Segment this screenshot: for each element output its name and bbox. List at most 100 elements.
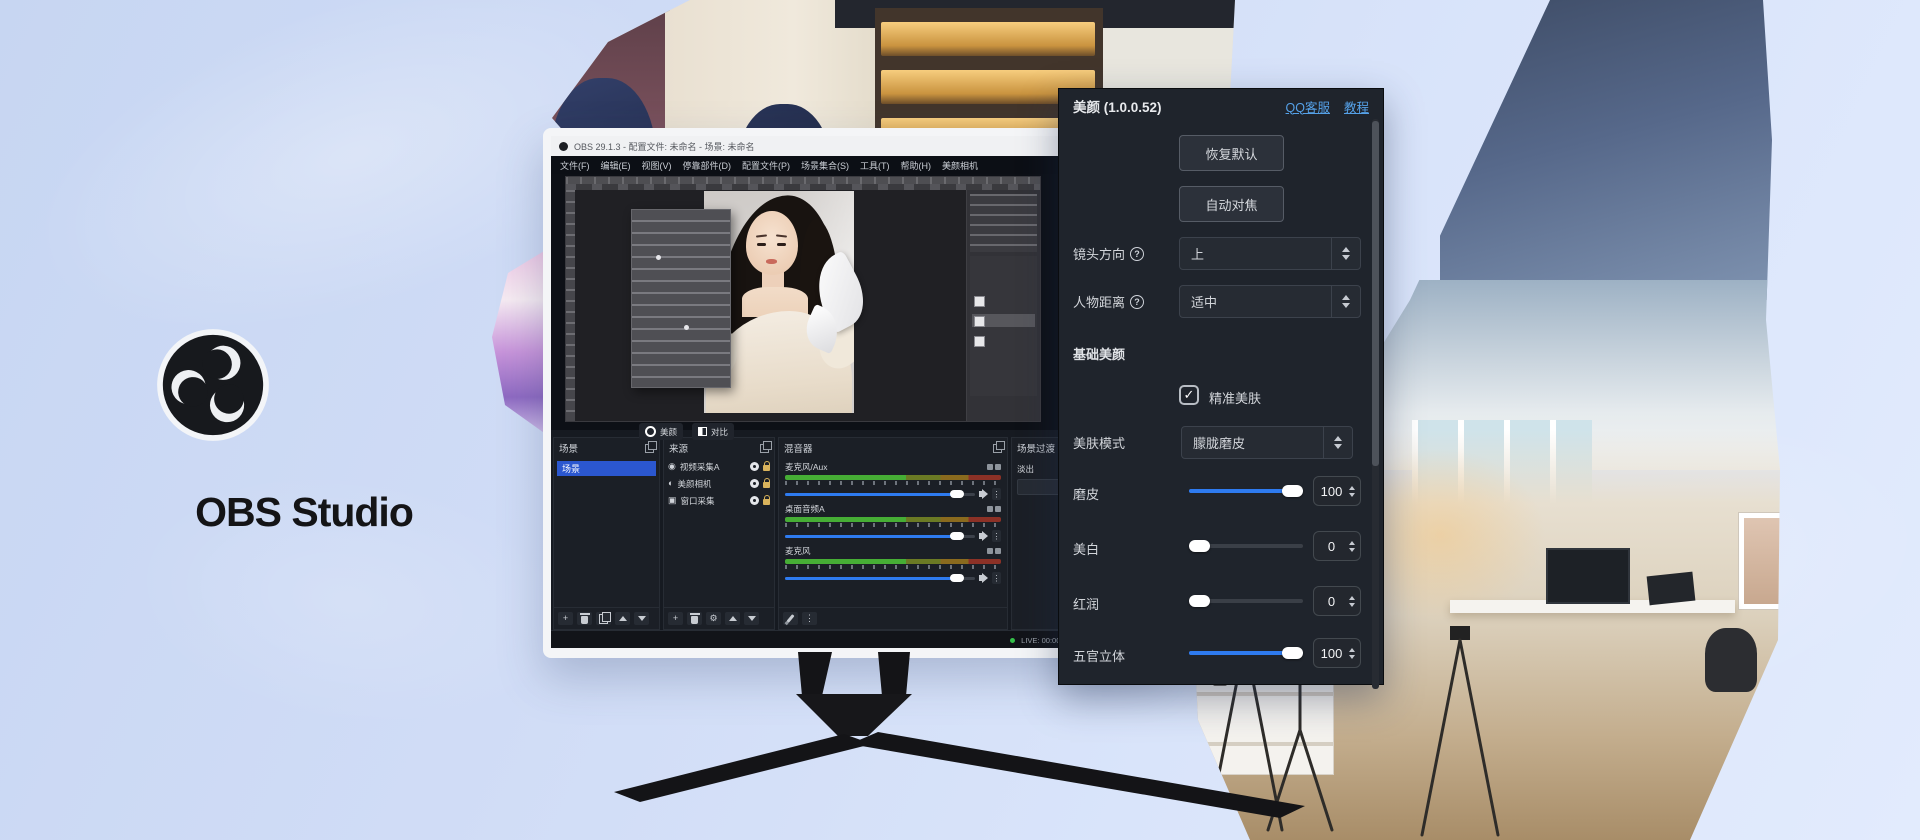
help-icon[interactable]: ? bbox=[1130, 247, 1144, 261]
slider-knob[interactable] bbox=[1189, 595, 1210, 607]
volume-slider[interactable] bbox=[785, 493, 975, 496]
slider-knob[interactable] bbox=[1282, 485, 1303, 497]
smoothing-value-box[interactable]: 100 bbox=[1313, 476, 1361, 506]
sources-toolbar: + ⚙ bbox=[664, 607, 774, 629]
speaker-icon[interactable] bbox=[979, 533, 983, 539]
photo-shape bbox=[881, 22, 1095, 56]
channel-menu-button[interactable]: ⋮ bbox=[992, 572, 1001, 584]
source-item[interactable]: ◉ 视频采集A bbox=[664, 458, 774, 475]
menu-file[interactable]: 文件(F) bbox=[560, 159, 590, 172]
person-distance-value: 适中 bbox=[1180, 292, 1331, 311]
obs-logo-text: OBS Studio bbox=[54, 489, 554, 536]
person-distance-select[interactable]: 适中 bbox=[1179, 285, 1361, 318]
basic-beauty-section-title: 基础美颜 bbox=[1073, 344, 1125, 363]
scenes-dock: 场景 场景 + bbox=[553, 437, 660, 630]
camera-direction-select[interactable]: 上 bbox=[1179, 237, 1361, 270]
rosy-value-box[interactable]: 0 bbox=[1313, 586, 1361, 616]
obs-logo-icon bbox=[156, 328, 270, 442]
overlay-button-label: 美颜 bbox=[660, 426, 677, 438]
whitening-value-box[interactable]: 0 bbox=[1313, 531, 1361, 561]
auto-focus-button[interactable]: 自动对焦 bbox=[1179, 186, 1284, 222]
meter-ticks bbox=[785, 523, 1001, 527]
channel-menu-button[interactable]: ⋮ bbox=[992, 488, 1001, 500]
chevron-down-icon bbox=[748, 616, 756, 621]
skin-mode-select[interactable]: 朦胧磨皮 bbox=[1181, 426, 1353, 459]
source-label: 窗口采集 bbox=[681, 495, 715, 507]
spinner-arrows-icon[interactable] bbox=[1349, 486, 1355, 497]
mixer-channel: 麦克风/Aux ⋮ bbox=[779, 458, 1007, 500]
photo-shape bbox=[974, 296, 985, 307]
panel-scrollbar-thumb[interactable] bbox=[1372, 121, 1379, 466]
ps-toolbar bbox=[566, 177, 1040, 184]
menu-help[interactable]: 帮助(H) bbox=[901, 159, 932, 172]
spinner-arrows-icon[interactable] bbox=[1349, 541, 1355, 552]
photo-shape bbox=[684, 325, 689, 330]
spinner-arrows-icon[interactable] bbox=[1349, 648, 1355, 659]
volume-slider-row: ⋮ bbox=[785, 488, 1001, 500]
visibility-icon[interactable] bbox=[750, 479, 759, 488]
slider-knob[interactable] bbox=[1282, 647, 1303, 659]
add-source-button[interactable]: + bbox=[668, 612, 683, 625]
preview-overlay-button-beauty[interactable]: 美颜 bbox=[639, 423, 683, 440]
whitening-slider[interactable] bbox=[1189, 539, 1303, 553]
source-properties-button[interactable]: ⚙ bbox=[706, 612, 721, 625]
ps-layers-panel bbox=[970, 256, 1037, 396]
menu-docks[interactable]: 停靠部件(D) bbox=[683, 159, 732, 172]
menu-view[interactable]: 视图(V) bbox=[642, 159, 672, 172]
popout-icon[interactable] bbox=[993, 444, 1002, 453]
visibility-icon[interactable] bbox=[750, 462, 759, 471]
restore-defaults-button[interactable]: 恢复默认 bbox=[1179, 135, 1284, 171]
scenes-toolbar: + bbox=[554, 607, 659, 629]
menu-tools[interactable]: 工具(T) bbox=[860, 159, 890, 172]
remove-source-button[interactable] bbox=[687, 612, 702, 625]
source-item[interactable]: ◐ 美颜相机 bbox=[664, 475, 774, 492]
volume-slider[interactable] bbox=[785, 535, 975, 538]
menu-profile[interactable]: 配置文件(P) bbox=[742, 159, 790, 172]
skin-mode-row-label: 美肤模式 bbox=[1073, 433, 1125, 452]
move-scene-down-button[interactable] bbox=[634, 612, 649, 625]
help-icon[interactable]: ? bbox=[1130, 295, 1144, 309]
duplicate-scene-button[interactable] bbox=[596, 612, 611, 625]
speaker-icon[interactable] bbox=[979, 575, 983, 581]
scene-item-selected[interactable]: 场景 bbox=[557, 461, 656, 476]
move-scene-up-button[interactable] bbox=[615, 612, 630, 625]
channel-icons bbox=[987, 548, 1001, 554]
skin-mode-label: 美肤模式 bbox=[1073, 433, 1125, 452]
ps-tool-strip bbox=[566, 190, 575, 421]
add-scene-button[interactable]: + bbox=[558, 612, 573, 625]
face-3d-slider[interactable] bbox=[1189, 646, 1303, 660]
mixer-filters-button[interactable] bbox=[783, 612, 798, 625]
qq-support-link[interactable]: QQ客服 bbox=[1286, 97, 1330, 116]
preview-overlay-button-compare[interactable]: 对比 bbox=[692, 423, 734, 440]
smoothing-slider[interactable] bbox=[1189, 484, 1303, 498]
remove-scene-button[interactable] bbox=[577, 612, 592, 625]
tutorial-link[interactable]: 教程 bbox=[1344, 97, 1369, 116]
visibility-icon[interactable] bbox=[750, 496, 759, 505]
move-source-down-button[interactable] bbox=[744, 612, 759, 625]
lock-icon[interactable] bbox=[763, 499, 770, 505]
scenes-dock-header: 场景 bbox=[554, 438, 659, 458]
menu-edit[interactable]: 编辑(E) bbox=[601, 159, 631, 172]
speaker-icon[interactable] bbox=[979, 491, 983, 497]
channel-menu-button[interactable]: ⋮ bbox=[992, 530, 1001, 542]
slider-knob[interactable] bbox=[1189, 540, 1210, 552]
spinner-arrows-icon[interactable] bbox=[1349, 596, 1355, 607]
mixer-settings-button[interactable]: ⋮ bbox=[802, 612, 817, 625]
lock-icon[interactable] bbox=[763, 482, 770, 488]
menu-scene-collection[interactable]: 场景集合(S) bbox=[801, 159, 849, 172]
popout-icon[interactable] bbox=[760, 444, 769, 453]
menu-beauty-camera[interactable]: 美颜相机 bbox=[942, 159, 978, 172]
face-3d-value-box[interactable]: 100 bbox=[1313, 638, 1361, 668]
lock-icon[interactable] bbox=[763, 465, 770, 471]
move-source-up-button[interactable] bbox=[725, 612, 740, 625]
beauty-source-icon: ◐ bbox=[668, 479, 673, 488]
precise-skin-checkbox[interactable] bbox=[1179, 385, 1199, 405]
camera-direction-value: 上 bbox=[1180, 244, 1331, 263]
popout-icon[interactable] bbox=[645, 444, 654, 453]
rosy-slider[interactable] bbox=[1189, 594, 1303, 608]
chevron-up-icon bbox=[619, 616, 627, 621]
photo-shape bbox=[757, 243, 766, 246]
volume-slider[interactable] bbox=[785, 577, 975, 580]
source-item[interactable]: ▣ 窗口采集 bbox=[664, 492, 774, 509]
face-3d-label: 五官立体 bbox=[1073, 646, 1125, 665]
